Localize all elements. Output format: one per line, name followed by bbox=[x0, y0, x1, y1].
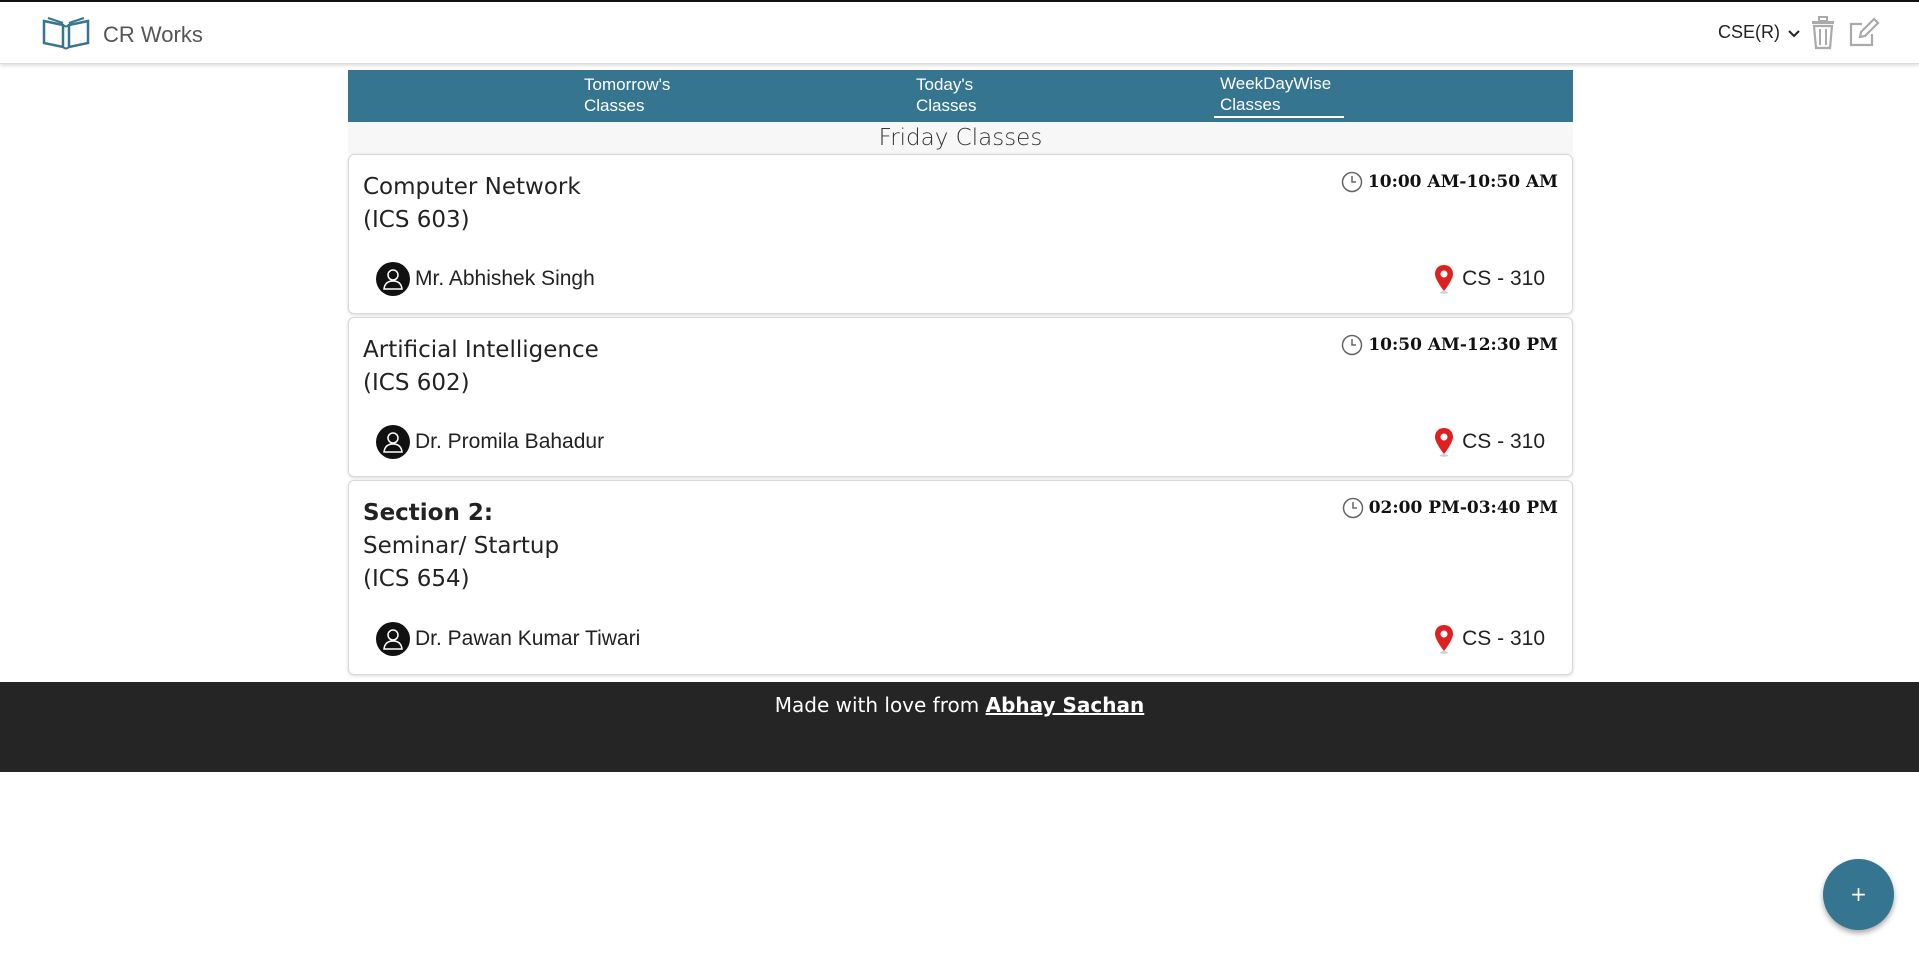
brand[interactable]: CR Works bbox=[41, 16, 203, 54]
teacher-name: Dr. Pawan Kumar Tiwari bbox=[415, 627, 641, 650]
teacher: Mr. Abhishek Singh bbox=[376, 262, 595, 296]
room-name: CS - 310 bbox=[1462, 267, 1545, 290]
branch-dropdown[interactable]: CSE(R) bbox=[1718, 22, 1800, 43]
location-pin-icon bbox=[1435, 428, 1454, 457]
teacher: Dr. Pawan Kumar Tiwari bbox=[376, 622, 640, 656]
author-link[interactable]: Abhay Sachan bbox=[986, 693, 1145, 717]
brand-title: CR Works bbox=[103, 22, 203, 47]
app-header: CR Works CSE(R) bbox=[0, 2, 1919, 64]
class-card[interactable]: Section 2: Seminar/ Startup (ICS 654) 02… bbox=[348, 480, 1573, 675]
teacher-avatar-icon bbox=[376, 622, 410, 656]
room: CS - 310 bbox=[1434, 427, 1545, 457]
tab-label-line1: WeekDayWise bbox=[1220, 74, 1332, 93]
room: CS - 310 bbox=[1434, 264, 1545, 294]
room: CS - 310 bbox=[1434, 624, 1545, 654]
subject-code: (ICS 654) bbox=[363, 566, 470, 592]
clock-icon bbox=[1342, 497, 1363, 519]
room-name: CS - 310 bbox=[1462, 430, 1545, 453]
subject-name: Artificial Intelligence bbox=[363, 337, 599, 363]
class-tabs: Tomorrow's Classes Today's Classes WeekD… bbox=[348, 70, 1573, 122]
footer: Made with love from Abhay Sachan bbox=[0, 682, 1919, 772]
class-card[interactable]: Computer Network (ICS 603) 10:00 AM-10:5… bbox=[348, 154, 1573, 314]
chevron-down-icon bbox=[1788, 22, 1800, 43]
class-subject: Section 2: Seminar/ Startup (ICS 654) bbox=[363, 497, 559, 596]
class-card[interactable]: Artificial Intelligence (ICS 602) 10:50 … bbox=[348, 317, 1573, 477]
subject-name: Computer Network bbox=[363, 174, 581, 200]
class-time: 10:50 AM-12:30 PM bbox=[1341, 334, 1558, 356]
clock-icon bbox=[1341, 171, 1363, 193]
teacher-name: Mr. Abhishek Singh bbox=[415, 267, 595, 290]
location-pin-icon bbox=[1435, 265, 1454, 294]
class-time: 02:00 PM-03:40 PM bbox=[1342, 497, 1558, 519]
tab-todays-classes[interactable]: Today's Classes bbox=[910, 74, 1040, 116]
tab-label-line2: Classes bbox=[916, 96, 977, 115]
section-label: Section 2: bbox=[363, 500, 494, 526]
teacher-avatar-icon bbox=[376, 262, 410, 296]
main-content: Tomorrow's Classes Today's Classes WeekD… bbox=[348, 70, 1573, 678]
time-text: 02:00 PM-03:40 PM bbox=[1368, 498, 1558, 518]
edit-icon[interactable] bbox=[1848, 16, 1880, 52]
add-class-button[interactable]: + bbox=[1823, 859, 1894, 930]
book-logo-icon bbox=[41, 16, 91, 54]
footer-message: Made with love from Abhay Sachan bbox=[0, 693, 1919, 717]
tab-label-line2: Classes bbox=[1220, 95, 1281, 114]
class-subject: Artificial Intelligence (ICS 602) bbox=[363, 334, 599, 400]
tab-label-line1: Today's bbox=[916, 75, 974, 94]
time-text: 10:50 AM-12:30 PM bbox=[1368, 335, 1558, 355]
class-subject: Computer Network (ICS 603) bbox=[363, 171, 581, 237]
subject-code: (ICS 602) bbox=[363, 370, 470, 396]
tab-label-line1: Tomorrow's bbox=[584, 75, 671, 94]
clock-icon bbox=[1342, 334, 1363, 356]
tab-label-line2: Classes bbox=[584, 96, 645, 115]
teacher-avatar-icon bbox=[376, 425, 410, 459]
tab-weekdaywise-classes[interactable]: WeekDayWise Classes bbox=[1214, 73, 1344, 118]
subject-code: (ICS 603) bbox=[363, 207, 470, 233]
tab-tomorrows-classes[interactable]: Tomorrow's Classes bbox=[578, 74, 708, 116]
class-time: 10:00 AM-10:50 AM bbox=[1341, 171, 1558, 193]
branch-label: CSE(R) bbox=[1718, 22, 1780, 42]
room-name: CS - 310 bbox=[1462, 627, 1545, 650]
teacher-name: Dr. Promila Bahadur bbox=[415, 430, 605, 453]
day-title: Friday Classes bbox=[348, 122, 1573, 154]
footer-prefix: Made with love from bbox=[774, 693, 980, 717]
location-pin-icon bbox=[1435, 625, 1454, 654]
trash-icon[interactable] bbox=[1810, 16, 1836, 54]
teacher: Dr. Promila Bahadur bbox=[376, 425, 604, 459]
subject-name: Seminar/ Startup bbox=[363, 533, 560, 559]
time-text: 10:00 AM-10:50 AM bbox=[1367, 172, 1558, 192]
